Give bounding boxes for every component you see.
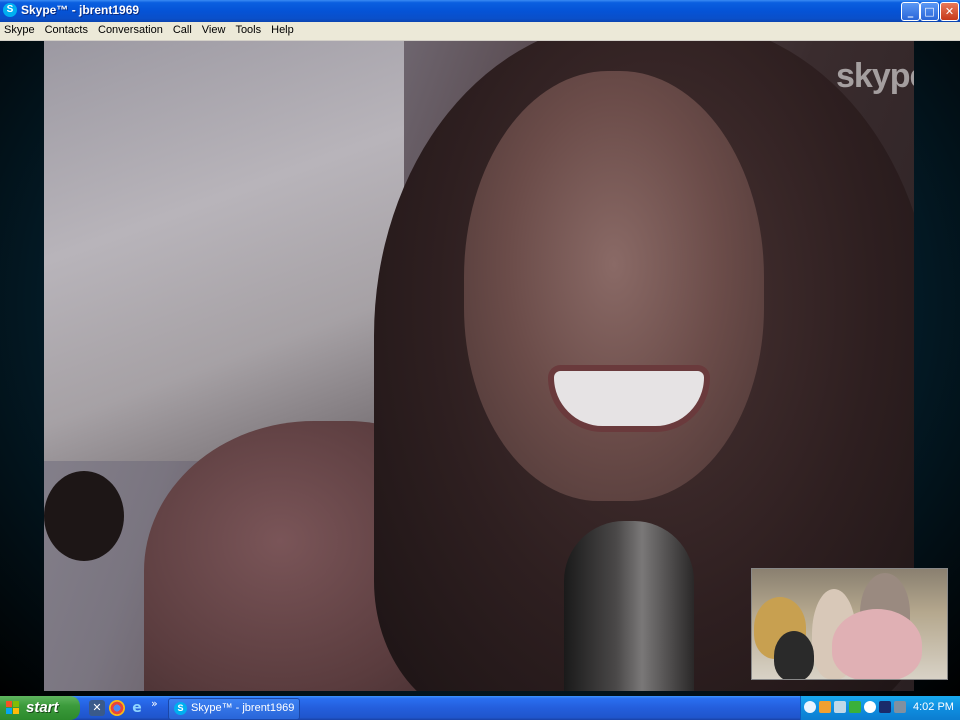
quick-launch-more-icon[interactable]: » — [151, 697, 158, 710]
close-button[interactable]: ✕ — [940, 2, 959, 21]
microphone — [564, 521, 694, 691]
caller-face — [464, 71, 764, 501]
menu-tools[interactable]: Tools — [230, 22, 266, 40]
start-label: start — [26, 699, 59, 716]
desktop-icon[interactable]: ✕ — [89, 700, 105, 716]
self-view-video[interactable] — [751, 568, 948, 680]
network-icon[interactable] — [834, 701, 846, 713]
self-view-person — [774, 631, 814, 679]
mail-icon[interactable] — [819, 701, 831, 713]
updates-icon[interactable] — [894, 701, 906, 713]
volume-icon[interactable] — [879, 701, 891, 713]
menu-skype[interactable]: Skype — [0, 22, 40, 40]
taskbar-skype-window-button[interactable]: S Skype™ - jbrent1969 — [168, 698, 300, 720]
maximize-button[interactable]: □ — [920, 2, 939, 21]
menu-help[interactable]: Help — [266, 22, 299, 40]
back-arrow-icon[interactable] — [804, 701, 816, 713]
chrome-icon[interactable] — [109, 700, 125, 716]
start-button[interactable]: start — [0, 696, 80, 720]
call-video-area: skype — [0, 41, 960, 696]
skype-watermark-logo: skype — [836, 57, 914, 95]
taskbar: start ✕ e » S Skype™ - jbrent1969 4:02 P… — [0, 696, 960, 720]
system-clock[interactable]: 4:02 PM — [913, 701, 954, 713]
skype-status-icon[interactable] — [864, 701, 876, 713]
window-title-bar[interactable]: S Skype™ - jbrent1969 _ □ ✕ — [0, 0, 960, 22]
background-object — [44, 471, 124, 561]
skype-app-icon[interactable]: S — [3, 3, 17, 17]
self-view-person — [832, 609, 922, 679]
menu-contacts[interactable]: Contacts — [40, 22, 93, 40]
internet-explorer-icon[interactable]: e — [129, 700, 145, 716]
menu-conversation[interactable]: Conversation — [93, 22, 168, 40]
minimize-button[interactable]: _ — [901, 2, 920, 21]
menu-call[interactable]: Call — [168, 22, 197, 40]
menu-view[interactable]: View — [197, 22, 231, 40]
security-icon[interactable] — [849, 701, 861, 713]
caller-smile — [554, 371, 704, 426]
window-title: Skype™ - jbrent1969 — [21, 3, 140, 17]
windows-flag-icon — [6, 701, 20, 715]
taskbar-window-title: Skype™ - jbrent1969 — [191, 702, 295, 714]
skype-icon: S — [174, 702, 187, 715]
menu-bar: Skype Contacts Conversation Call View To… — [0, 22, 960, 41]
background-wall — [44, 41, 404, 461]
